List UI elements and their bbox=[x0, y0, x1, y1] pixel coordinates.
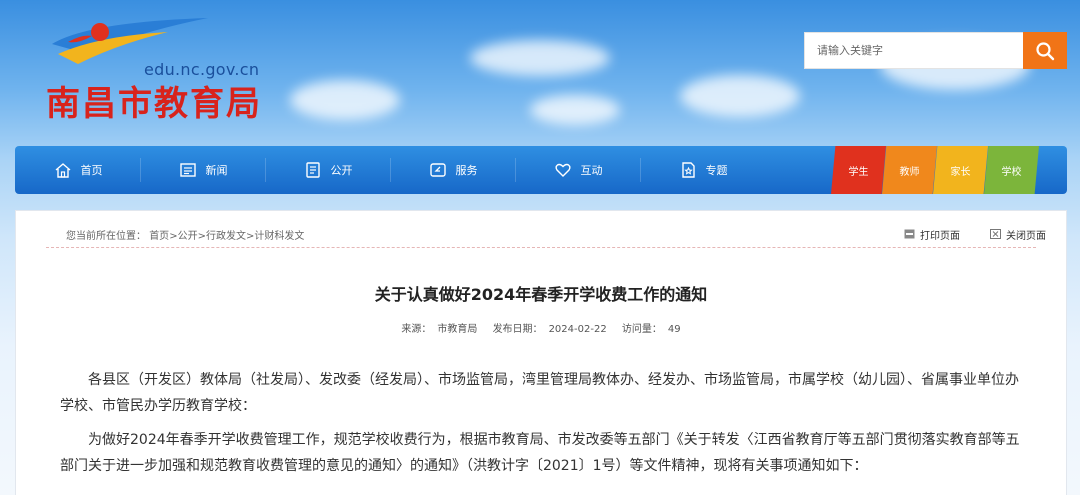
main-nav: 首页 新闻 公开 服务 互动 专题 学生 教师 家长 学校 bbox=[15, 146, 1067, 194]
article-title: 关于认真做好2024年春季开学收费工作的通知 bbox=[374, 285, 708, 304]
search-button[interactable] bbox=[1023, 32, 1067, 69]
nav-label: 专题 bbox=[705, 164, 728, 177]
nav-label: 互动 bbox=[580, 164, 603, 177]
search-input[interactable] bbox=[804, 32, 1023, 69]
heart-icon bbox=[553, 160, 573, 180]
role-tab-student[interactable]: 学生 bbox=[831, 146, 886, 194]
article-views: 49 bbox=[667, 324, 681, 335]
date-label: 发布日期： bbox=[492, 324, 543, 335]
breadcrumb-admin-docs[interactable]: 行政发文 bbox=[206, 231, 246, 242]
role-tab-teacher[interactable]: 教师 bbox=[882, 146, 937, 194]
breadcrumb-separator: > bbox=[197, 230, 206, 242]
close-icon bbox=[990, 229, 1001, 239]
search-box bbox=[804, 32, 1067, 69]
breadcrumb-bar: 您当前所在位置： 首页>公开>行政发文>计财科发文 打印页面 关闭页面 bbox=[66, 223, 1046, 245]
article-paragraph: 各县区（开发区）教体局（社发局）、发改委（经发局）、市场监管局，湾里管理局教体办… bbox=[60, 372, 1019, 414]
service-icon bbox=[428, 160, 448, 180]
breadcrumb-separator: > bbox=[169, 230, 178, 242]
close-label: 关闭页面 bbox=[1006, 230, 1046, 242]
nav-item-home[interactable]: 首页 bbox=[15, 146, 140, 194]
logo-name: 南昌市教育局 bbox=[46, 84, 262, 124]
content-panel: 您当前所在位置： 首页>公开>行政发文>计财科发文 打印页面 关闭页面 关于认真… bbox=[15, 210, 1067, 495]
divider bbox=[46, 247, 1036, 248]
cloud-decoration bbox=[470, 40, 610, 76]
print-label: 打印页面 bbox=[920, 230, 960, 242]
breadcrumb-home[interactable]: 首页 bbox=[149, 231, 169, 242]
nav-item-news[interactable]: 新闻 bbox=[140, 146, 265, 194]
search-icon bbox=[1036, 41, 1055, 60]
star-document-icon bbox=[678, 160, 698, 180]
cloud-decoration bbox=[290, 80, 400, 120]
print-icon bbox=[904, 229, 915, 239]
nav-label: 首页 bbox=[80, 164, 103, 177]
nav-label: 公开 bbox=[330, 164, 353, 177]
source-label: 来源： bbox=[401, 324, 432, 335]
breadcrumb-public[interactable]: 公开 bbox=[178, 231, 198, 242]
views-label: 访问量： bbox=[621, 324, 662, 335]
home-icon bbox=[53, 160, 73, 180]
breadcrumb: 您当前所在位置： 首页>公开>行政发文>计财科发文 bbox=[66, 227, 304, 242]
nav-item-public[interactable]: 公开 bbox=[265, 146, 390, 194]
nav-label: 服务 bbox=[455, 164, 478, 177]
nav-label: 新闻 bbox=[205, 164, 228, 177]
breadcrumb-prefix: 您当前所在位置： bbox=[66, 230, 146, 242]
nav-item-interact[interactable]: 互动 bbox=[515, 146, 640, 194]
cloud-decoration bbox=[680, 75, 800, 117]
role-tab-school[interactable]: 学校 bbox=[984, 146, 1039, 194]
role-tabs: 学生 教师 家长 学校 bbox=[831, 146, 1039, 194]
role-tab-parent[interactable]: 家长 bbox=[933, 146, 988, 194]
newspaper-icon bbox=[178, 160, 198, 180]
article-body: 各县区（开发区）教体局（社发局）、发改委（经发局）、市场监管局，湾里管理局教体办… bbox=[60, 367, 1030, 487]
article-date: 2024-02-22 bbox=[548, 324, 607, 335]
print-button[interactable]: 打印页面 bbox=[904, 227, 960, 242]
site-logo[interactable]: edu.nc.gov.cn 南昌市教育局 bbox=[44, 14, 284, 124]
document-icon bbox=[303, 160, 323, 180]
article-meta: 来源： 市教育局 发布日期： 2024-02-22 访问量： 49 bbox=[16, 320, 1066, 335]
nav-item-topics[interactable]: 专题 bbox=[640, 146, 765, 194]
nav-item-service[interactable]: 服务 bbox=[390, 146, 515, 194]
article-paragraph: 为做好2024年春季开学收费管理工作，规范学校收费行为，根据市教育局、市发改委等… bbox=[60, 432, 1020, 474]
close-page-button[interactable]: 关闭页面 bbox=[990, 227, 1046, 242]
article-source: 市教育局 bbox=[437, 324, 478, 335]
page-tools: 打印页面 关闭页面 bbox=[904, 227, 1046, 242]
cloud-decoration bbox=[530, 95, 620, 125]
breadcrumb-finance-docs[interactable]: 计财科发文 bbox=[254, 231, 304, 242]
